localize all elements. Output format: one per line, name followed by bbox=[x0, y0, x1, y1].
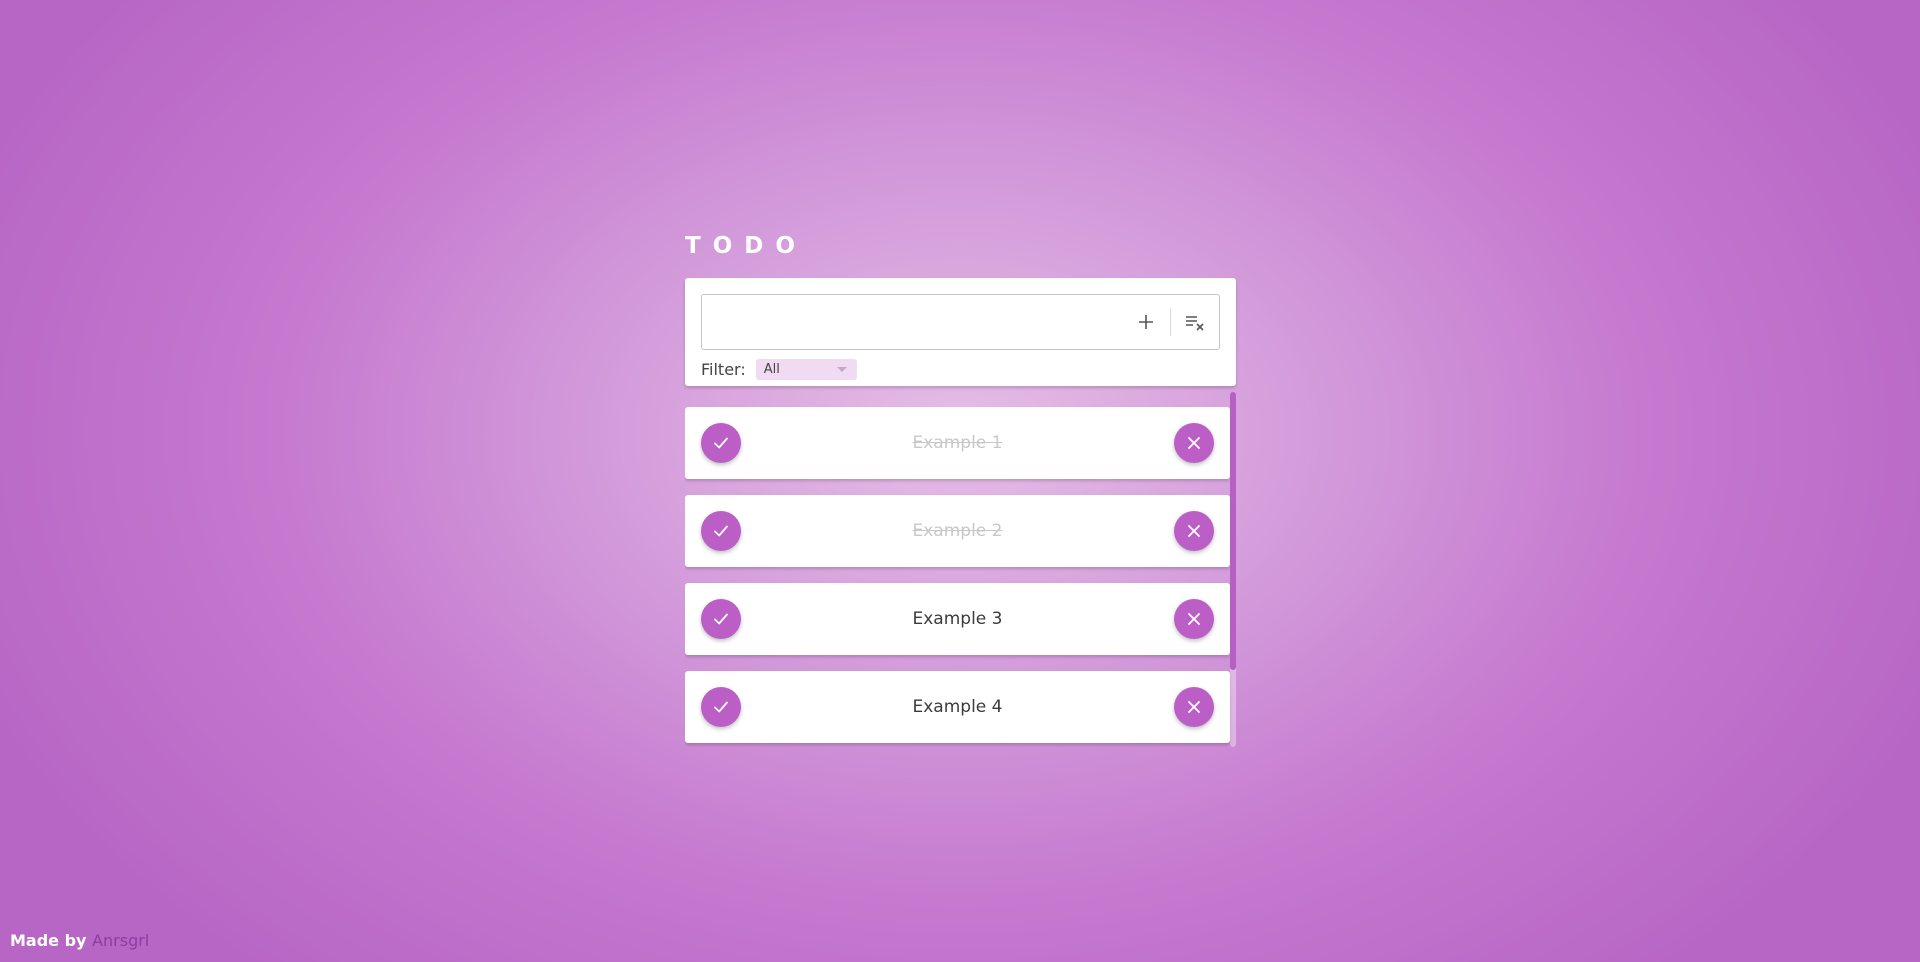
chevron-down-icon bbox=[836, 366, 847, 372]
todo-text: Example 3 bbox=[912, 609, 1003, 629]
filter-row: Filter: All bbox=[701, 357, 1220, 381]
app-title: TODO bbox=[685, 233, 807, 259]
clear-completed-button[interactable] bbox=[1171, 298, 1219, 346]
clear-list-icon bbox=[1186, 316, 1204, 331]
delete-todo-button[interactable] bbox=[1174, 423, 1214, 463]
close-icon bbox=[1188, 613, 1200, 625]
todo-item: Example 3 bbox=[685, 583, 1230, 655]
todo-item: Example 1 bbox=[685, 407, 1230, 479]
todo-list: Example 1 Example 2 Example 3 Example 4 bbox=[685, 407, 1230, 747]
delete-todo-button[interactable] bbox=[1174, 599, 1214, 639]
todo-app: TODO Filter: All Example 1 Example 2 Exa… bbox=[685, 230, 1236, 747]
todo-text: Example 2 bbox=[912, 521, 1003, 541]
plus-icon bbox=[1139, 315, 1153, 329]
filter-label: Filter: bbox=[701, 359, 746, 379]
author-link[interactable]: Anrsgrl bbox=[92, 931, 149, 950]
input-panel: Filter: All bbox=[685, 278, 1236, 386]
filter-selected-value: All bbox=[763, 361, 780, 377]
delete-todo-button[interactable] bbox=[1174, 511, 1214, 551]
complete-todo-button[interactable] bbox=[701, 599, 741, 639]
todo-item: Example 4 bbox=[685, 671, 1230, 743]
delete-todo-button[interactable] bbox=[1174, 687, 1214, 727]
footer-prefix: Made by bbox=[10, 931, 87, 950]
close-icon bbox=[1188, 437, 1200, 449]
todo-list-scroll-area: Example 1 Example 2 Example 3 Example 4 bbox=[685, 392, 1236, 747]
new-todo-field-container bbox=[701, 294, 1220, 350]
todo-item: Example 2 bbox=[685, 495, 1230, 567]
complete-todo-button[interactable] bbox=[701, 423, 741, 463]
check-icon bbox=[714, 613, 728, 625]
scrollbar-thumb[interactable] bbox=[1230, 392, 1236, 670]
check-icon bbox=[714, 701, 728, 713]
check-icon bbox=[714, 437, 728, 449]
todo-text: Example 1 bbox=[912, 433, 1003, 453]
footer-credit: Made by Anrsgrl bbox=[10, 931, 149, 950]
complete-todo-button[interactable] bbox=[701, 511, 741, 551]
complete-todo-button[interactable] bbox=[701, 687, 741, 727]
close-icon bbox=[1188, 525, 1200, 537]
filter-select[interactable]: All bbox=[755, 358, 857, 380]
check-icon bbox=[714, 525, 728, 537]
add-todo-button[interactable] bbox=[1122, 298, 1170, 346]
todo-text: Example 4 bbox=[912, 697, 1003, 717]
new-todo-input[interactable] bbox=[716, 295, 1122, 349]
close-icon bbox=[1188, 701, 1200, 713]
